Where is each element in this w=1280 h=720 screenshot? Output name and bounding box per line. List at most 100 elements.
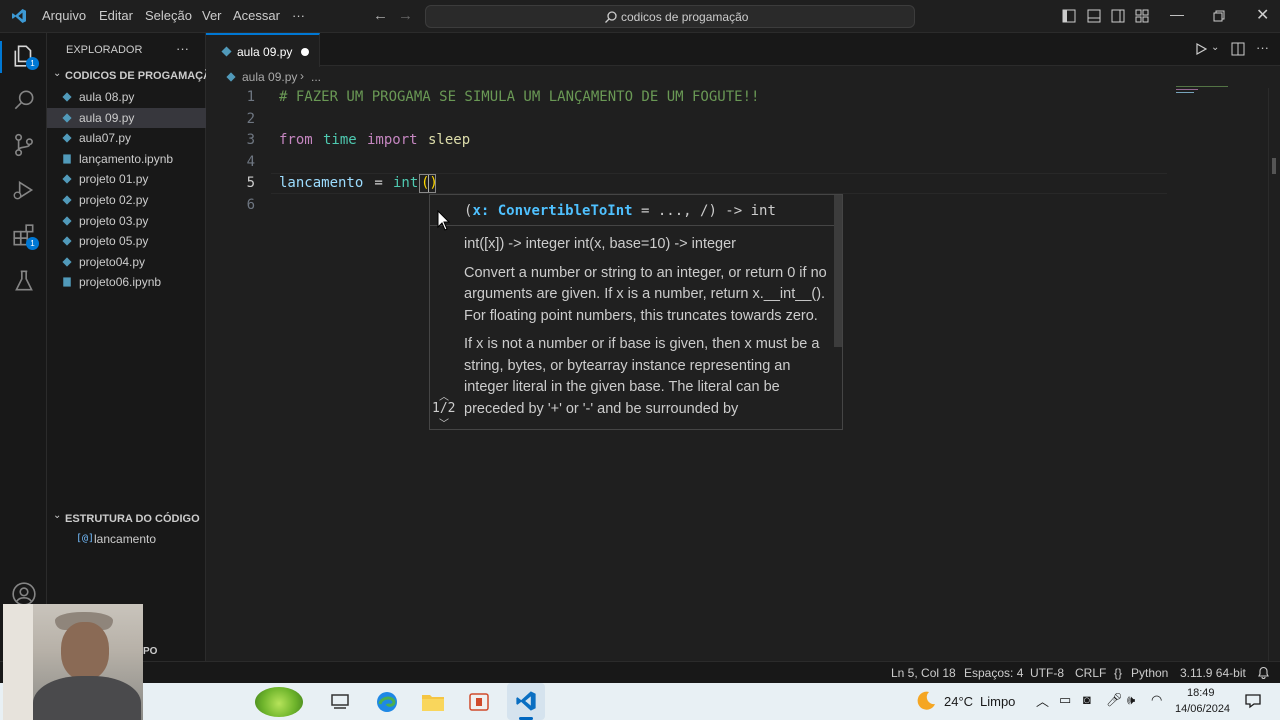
chevron-right-icon: ›	[300, 69, 304, 83]
close-icon[interactable]: ✕	[1256, 5, 1269, 25]
hover-scrollbar[interactable]	[834, 195, 842, 347]
encoding[interactable]: UTF-8	[1030, 666, 1064, 680]
weather-temperature[interactable]: 24°C	[944, 694, 973, 709]
source-control-icon[interactable]	[11, 132, 37, 158]
python-file-icon	[221, 46, 232, 57]
language-mode[interactable]: Python	[1131, 666, 1168, 680]
toggle-secondary-sidebar-icon[interactable]	[1111, 9, 1125, 23]
menu-acessar[interactable]: Acessar	[233, 8, 280, 23]
folder-header[interactable]: ⌄ CODICOS DE PROGAMAÇÃO	[47, 66, 220, 86]
lime-app-icon[interactable]	[255, 687, 303, 717]
breadcrumb-file[interactable]: aula 09.py	[242, 70, 297, 84]
toggle-sidebar-icon[interactable]	[1062, 9, 1076, 23]
minimap-line	[1176, 89, 1198, 90]
wifi-icon[interactable]: ◠	[1151, 692, 1162, 708]
vertical-scrollbar[interactable]	[1268, 88, 1280, 661]
file-item[interactable]: aula07.py	[47, 128, 206, 148]
python-file-icon	[62, 216, 72, 226]
timeline-header-partial[interactable]: PO	[143, 646, 157, 657]
webcam-overlay	[3, 604, 143, 720]
file-item-label: projeto 03.py	[79, 213, 149, 228]
parameter-hint-widget[interactable]: (x: ConvertibleToInt = ..., /) -> int in…	[429, 194, 843, 430]
line-number: 1	[246, 89, 255, 105]
signature-counter: 1/2	[432, 401, 456, 416]
signature-divider	[430, 225, 842, 226]
file-item[interactable]: projeto06.ipynb	[47, 272, 206, 292]
edge-browser-icon[interactable]	[375, 690, 399, 714]
notifications-bell-icon[interactable]	[1257, 666, 1270, 679]
customize-layout-icon[interactable]	[1135, 9, 1149, 23]
chevron-down-icon: ⌄	[53, 510, 62, 521]
explorer-more-button[interactable]: ···	[176, 41, 189, 56]
search-text: codicos de progamação	[621, 10, 749, 24]
code-variable: lancamento	[279, 175, 364, 191]
restore-icon[interactable]	[1213, 10, 1225, 22]
tab-bar: aula 09.py ⌄ ···	[206, 33, 1280, 67]
run-dropdown-icon[interactable]: ⌄	[1211, 42, 1219, 53]
doc-paragraph-2: Convert a number or string to an integer…	[464, 264, 827, 324]
file-item[interactable]: projeto 02.py	[47, 190, 206, 210]
editor-more-icon[interactable]: ···	[1256, 40, 1269, 55]
file-item[interactable]: lançamento.ipynb	[47, 149, 206, 169]
forward-arrow-icon[interactable]: →	[398, 7, 413, 24]
split-editor-icon[interactable]	[1231, 42, 1245, 56]
unsaved-dot-icon[interactable]	[301, 48, 309, 56]
menu-ver[interactable]: Ver	[202, 8, 222, 23]
outline-header[interactable]: ⌄ ESTRUTURA DO CÓDIGO	[47, 509, 206, 529]
next-signature-icon[interactable]: ﹀	[439, 415, 449, 429]
weather-condition[interactable]: Limpo	[980, 694, 1015, 709]
vscode-taskbar-button[interactable]	[507, 683, 545, 720]
end-of-line[interactable]: CRLF	[1075, 666, 1106, 680]
office-app-icon[interactable]	[468, 691, 490, 713]
battery-icon[interactable]: ▭	[1059, 692, 1071, 708]
webcam-face	[61, 622, 109, 680]
tab-aula09[interactable]: aula 09.py	[206, 33, 320, 67]
microphone-icon[interactable]: 🎤︎	[1106, 692, 1123, 708]
menu-arquivo[interactable]: Arquivo	[42, 8, 86, 23]
outline-item[interactable]: [@] lancamento	[47, 529, 206, 549]
menu-selecao[interactable]: Seleção	[145, 8, 192, 23]
minimap[interactable]	[1176, 86, 1231, 96]
file-item[interactable]: projeto 03.py	[47, 211, 206, 231]
python-file-icon	[226, 72, 236, 82]
file-item[interactable]: projeto04.py	[47, 252, 206, 272]
breadcrumb: aula 09.py › ...	[206, 66, 1280, 88]
clock-time[interactable]: 18:49	[1187, 687, 1215, 699]
run-debug-icon[interactable]	[11, 177, 37, 203]
file-item[interactable]: aula 08.py	[47, 87, 206, 107]
back-arrow-icon[interactable]: ←	[373, 7, 388, 24]
file-item[interactable]: aula 09.py	[47, 107, 206, 128]
search-view-icon[interactable]	[11, 87, 37, 113]
file-item-label: projeto 05.py	[79, 234, 149, 249]
cursor-position[interactable]: Ln 5, Col 18	[891, 666, 956, 680]
file-item[interactable]: projeto 01.py	[47, 169, 206, 189]
scrollbar-marker	[1272, 158, 1276, 174]
outline-item-label: lancamento	[94, 532, 157, 546]
explorer-sidebar: EXPLORADOR ··· ⌄ CODICOS DE PROGAMAÇÃO ⌄…	[47, 33, 220, 661]
toggle-panel-icon[interactable]	[1087, 9, 1101, 23]
python-file-icon	[62, 174, 72, 184]
weather-moon-icon	[917, 691, 935, 710]
breadcrumb-rest[interactable]: ...	[311, 70, 321, 84]
camera-icon[interactable]: ◙	[1083, 692, 1091, 707]
python-interpreter[interactable]: 3.11.9 64-bit	[1180, 666, 1246, 680]
chevron-down-icon: ⌄	[53, 68, 62, 79]
minimize-icon[interactable]: —	[1170, 6, 1184, 22]
testing-flask-icon[interactable]	[11, 268, 37, 294]
chevron-up-icon[interactable]: ︿	[1036, 691, 1049, 710]
line-number-active: 5	[246, 175, 255, 191]
clock-date[interactable]: 14/06/2024	[1175, 703, 1230, 715]
menu-more[interactable]: ···	[292, 8, 305, 23]
file-explorer-icon[interactable]	[421, 691, 445, 713]
menu-editar[interactable]: Editar	[99, 8, 133, 23]
file-item[interactable]: projeto 05.py	[47, 231, 206, 251]
search-icon	[605, 11, 617, 23]
run-file-icon[interactable]	[1195, 43, 1207, 55]
speaker-icon[interactable]: 🕪︎	[1127, 692, 1135, 708]
indentation[interactable]: Espaços: 4	[964, 666, 1023, 680]
command-center-search[interactable]: codicos de progamação	[425, 5, 915, 28]
file-item-label: aula 09.py	[79, 110, 135, 125]
task-view-icon[interactable]	[331, 693, 349, 711]
line-number: 2	[246, 111, 255, 127]
notification-center-icon[interactable]	[1245, 693, 1261, 709]
